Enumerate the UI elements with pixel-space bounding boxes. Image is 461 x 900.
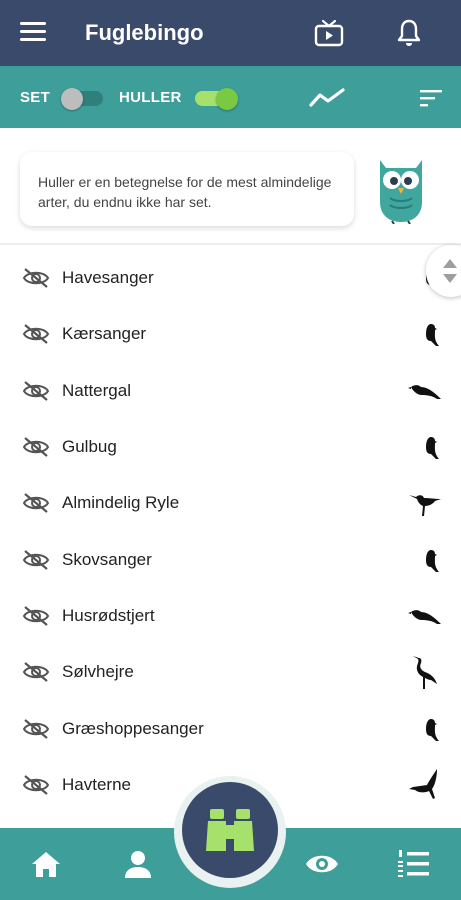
list-item[interactable]: Sølvhejre bbox=[0, 644, 461, 700]
trend-chart-icon[interactable] bbox=[308, 86, 346, 108]
list-item[interactable]: Kærsanger bbox=[0, 306, 461, 362]
numbered-list-icon bbox=[398, 850, 429, 877]
bird-name: Havterne bbox=[62, 774, 131, 794]
bird-name: Sølvhejre bbox=[62, 662, 134, 682]
gaps-toggle[interactable] bbox=[195, 88, 238, 110]
thrush-silhouette-icon bbox=[408, 384, 441, 399]
bird-name: Nattergal bbox=[62, 380, 131, 400]
seen-toggle[interactable] bbox=[61, 88, 103, 110]
list-item[interactable]: Nattergal bbox=[0, 363, 461, 419]
list-item[interactable]: Skovsanger bbox=[0, 531, 461, 587]
list-item[interactable]: Havesanger bbox=[0, 250, 461, 306]
divider bbox=[0, 243, 461, 245]
bird-name: Gulbug bbox=[62, 437, 117, 457]
info-text: Huller er en betegnelse for de mest almi… bbox=[38, 174, 332, 210]
eye-off-icon[interactable] bbox=[22, 323, 50, 345]
bird-name: Husrødstjert bbox=[62, 605, 155, 625]
wader-silhouette-icon bbox=[409, 495, 441, 517]
eye-off-icon[interactable] bbox=[22, 436, 50, 458]
eye-off-icon[interactable] bbox=[22, 661, 50, 683]
binoculars-icon bbox=[206, 809, 254, 851]
eye-off-icon[interactable] bbox=[22, 605, 50, 627]
eye-off-icon[interactable] bbox=[22, 267, 50, 289]
eye-off-icon[interactable] bbox=[22, 718, 50, 740]
songbird-silhouette-icon bbox=[426, 437, 439, 460]
home-icon bbox=[32, 852, 60, 877]
seen-toggle-label: SET bbox=[20, 89, 51, 106]
tv-icon[interactable] bbox=[314, 18, 344, 48]
filter-bar: SET HULLER bbox=[0, 66, 461, 128]
home-nav-button[interactable] bbox=[28, 846, 64, 882]
bird-name: Kærsanger bbox=[62, 324, 147, 344]
eye-off-icon[interactable] bbox=[22, 549, 50, 571]
seen-nav-button[interactable] bbox=[304, 846, 340, 882]
menu-icon[interactable] bbox=[20, 22, 46, 44]
bird-name: Græshoppesanger bbox=[62, 718, 204, 738]
songbird-silhouette-icon bbox=[426, 549, 439, 572]
up-down-arrows-icon bbox=[443, 259, 457, 283]
gaps-toggle-label: HULLER bbox=[119, 89, 182, 106]
eye-icon bbox=[306, 855, 338, 873]
info-card: Huller er en betegnelse for de mest almi… bbox=[20, 152, 354, 226]
bird-name: Havesanger bbox=[62, 268, 154, 288]
tern-silhouette-icon bbox=[409, 768, 437, 799]
owl-mascot-icon bbox=[380, 160, 422, 224]
songbird-silhouette-icon bbox=[426, 718, 439, 741]
list-item[interactable]: Græshoppesanger bbox=[0, 700, 461, 756]
songbird-silhouette-icon bbox=[426, 324, 439, 347]
eye-off-icon[interactable] bbox=[22, 492, 50, 514]
list-item[interactable]: Gulbug bbox=[0, 419, 461, 475]
app-title: Fuglebingo bbox=[85, 20, 204, 45]
person-icon bbox=[125, 851, 151, 878]
list-nav-button[interactable] bbox=[396, 846, 432, 882]
list-item[interactable]: Almindelig Ryle bbox=[0, 475, 461, 531]
thrush-silhouette-icon bbox=[408, 610, 441, 624]
eye-off-icon[interactable] bbox=[22, 774, 50, 796]
binoculars-fab-button[interactable] bbox=[182, 782, 278, 878]
bell-icon[interactable] bbox=[396, 18, 422, 48]
profile-nav-button[interactable] bbox=[120, 846, 156, 882]
bird-name: Almindelig Ryle bbox=[62, 493, 180, 513]
heron-silhouette-icon bbox=[413, 656, 437, 690]
sort-icon[interactable] bbox=[420, 89, 444, 107]
bird-list: Havesanger Kærsanger Nattergal Gulbug Al… bbox=[0, 250, 461, 813]
bird-name: Skovsanger bbox=[62, 549, 152, 569]
app-bar: Fuglebingo bbox=[0, 0, 461, 66]
list-item[interactable]: Husrødstjert bbox=[0, 588, 461, 644]
eye-off-icon[interactable] bbox=[22, 380, 50, 402]
